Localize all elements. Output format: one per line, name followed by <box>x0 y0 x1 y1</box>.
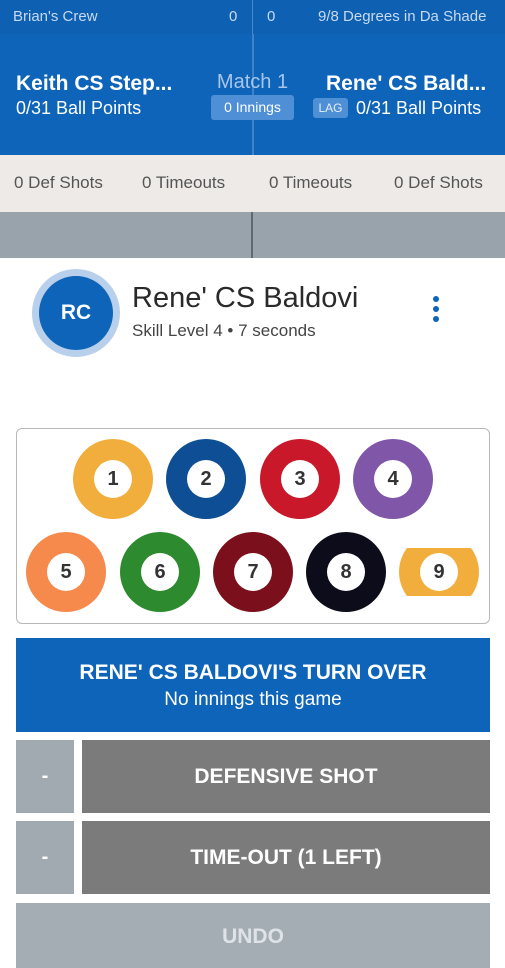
turn-over-label: RENE' CS BALDOVI'S TURN OVER <box>79 661 427 684</box>
ball-number: 2 <box>187 460 225 498</box>
lag-badge: LAG <box>313 98 348 118</box>
left-def-shots: 0 Def Shots <box>14 173 103 192</box>
away-team-score: 0 <box>267 8 276 25</box>
balls-panel: 1 2 3 4 5 6 7 8 9 <box>16 428 490 624</box>
stats-row: 0 Def Shots 0 Timeouts 0 Timeouts 0 Def … <box>0 155 505 212</box>
right-player-name: Rene' CS Bald... <box>326 72 487 95</box>
progress-bar <box>0 212 505 258</box>
ball-number: 9 <box>420 553 458 591</box>
undo-button[interactable]: UNDO <box>16 903 490 968</box>
right-timeouts: 0 Timeouts <box>269 173 353 192</box>
left-timeouts: 0 Timeouts <box>142 173 226 192</box>
ball-number: 6 <box>141 553 179 591</box>
right-player-points: 0/31 Ball Points <box>356 98 482 118</box>
strip-divider <box>252 0 253 34</box>
right-def-shots: 0 Def Shots <box>394 173 483 192</box>
timeout-minus-button[interactable]: - <box>16 821 74 894</box>
ball-9[interactable]: 9 <box>399 532 479 612</box>
progress-divider <box>251 212 253 258</box>
away-team-name: 9/8 Degrees in Da Shade <box>318 8 487 25</box>
ball-3[interactable]: 3 <box>260 439 340 519</box>
home-team-score: 0 <box>229 8 238 25</box>
ball-number: 7 <box>234 553 272 591</box>
ball-6[interactable]: 6 <box>120 532 200 612</box>
home-team-name: Brian's Crew <box>13 8 98 25</box>
ball-1[interactable]: 1 <box>73 439 153 519</box>
innings-badge: 0 Innings <box>211 95 294 120</box>
ball-7[interactable]: 7 <box>213 532 293 612</box>
ball-number: 1 <box>94 460 132 498</box>
defensive-shot-minus-button[interactable]: - <box>16 740 74 813</box>
team-score-strip: Brian's Crew 0 0 9/8 Degrees in Da Shade <box>0 0 505 34</box>
turn-over-button[interactable]: RENE' CS BALDOVI'S TURN OVER No innings … <box>16 638 490 732</box>
player-name: Rene' CS Baldovi <box>132 282 359 314</box>
more-vertical-icon[interactable] <box>425 296 447 328</box>
ball-number: 4 <box>374 460 412 498</box>
defensive-shot-button[interactable]: DEFENSIVE SHOT <box>82 740 490 813</box>
ball-number: 3 <box>281 460 319 498</box>
ball-8[interactable]: 8 <box>306 532 386 612</box>
turn-over-subtitle: No innings this game <box>164 689 342 710</box>
ball-number: 5 <box>47 553 85 591</box>
ball-number: 8 <box>327 553 365 591</box>
ball-5[interactable]: 5 <box>26 532 106 612</box>
ball-2[interactable]: 2 <box>166 439 246 519</box>
player-skill-level: Skill Level 4 • 7 seconds <box>132 321 316 340</box>
ball-4[interactable]: 4 <box>353 439 433 519</box>
left-player-points: 0/31 Ball Points <box>16 98 142 118</box>
avatar: RC <box>39 276 113 350</box>
timeout-button[interactable]: TIME-OUT (1 LEFT) <box>82 821 490 894</box>
match-header: Keith CS Step... 0/31 Ball Points Match … <box>0 34 505 155</box>
